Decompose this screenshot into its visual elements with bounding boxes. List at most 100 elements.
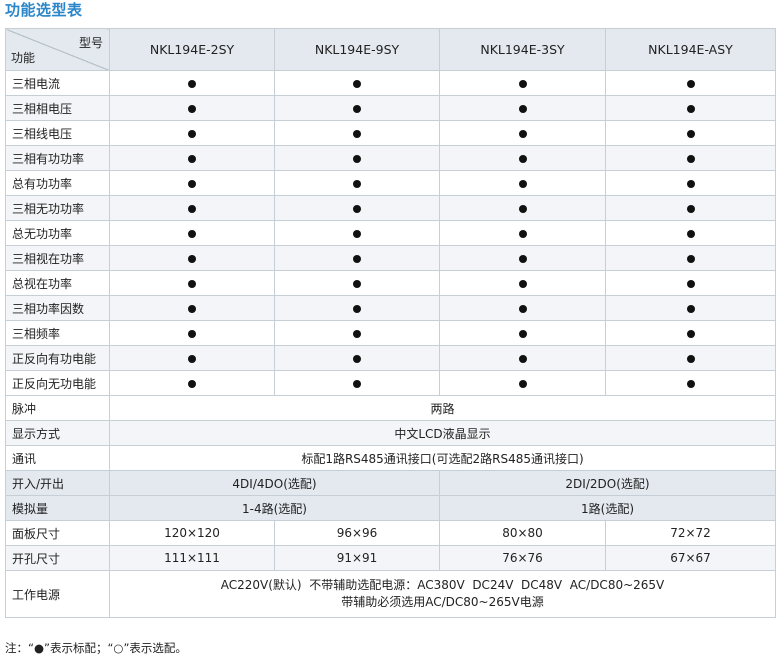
standard-dot-icon: [353, 279, 361, 288]
panel-size-value: 96×96: [274, 520, 440, 546]
function-label: 三相功率因数: [5, 295, 110, 321]
footnote: 注：“●”表示标配；“○”表示选配。: [5, 641, 187, 655]
model-header: NKL194E-3SY: [439, 28, 606, 71]
feature-cell: [109, 345, 275, 371]
table-row: 总有功功率: [5, 170, 776, 196]
function-label: 正反向无功电能: [5, 370, 110, 396]
standard-dot-icon: [353, 154, 361, 163]
table-row: 显示方式 中文LCD液晶显示: [5, 420, 776, 446]
feature-cell: [274, 195, 440, 221]
standard-dot-icon: [353, 104, 361, 113]
power-value: AC220V(默认) 不带辅助选配电源：AC380V DC24V DC48V A…: [109, 570, 776, 618]
function-label: 三相相电压: [5, 95, 110, 121]
model-header: NKL194E-2SY: [109, 28, 275, 71]
standard-dot-icon: [353, 354, 361, 363]
comm-value: 标配1路RS485通讯接口(可选配2路RS485通讯接口): [109, 445, 776, 471]
table-row: 开入/开出 4DI/4DO(选配) 2DI/2DO(选配): [5, 470, 776, 496]
standard-dot-icon: [686, 204, 695, 213]
table-row: 脉冲 两路: [5, 395, 776, 421]
standard-dot-icon: [686, 279, 695, 288]
standard-dot-icon: [188, 179, 196, 188]
table-row: 总视在功率: [5, 270, 776, 296]
table-row: 开孔尺寸 111×111 91×91 76×76 67×67: [5, 545, 776, 571]
function-label: 三相视在功率: [5, 245, 110, 271]
feature-cell: [439, 95, 606, 121]
row-label: 通讯: [5, 445, 110, 471]
table-row: 三相有功功率: [5, 145, 776, 171]
table-row: 三相功率因数: [5, 295, 776, 321]
standard-dot-icon: [188, 354, 196, 363]
feature-cell: [274, 120, 440, 146]
power-line-1: AC220V(默认) 不带辅助选配电源：AC380V DC24V DC48V A…: [220, 578, 665, 592]
power-line-2: 带辅助必须选用AC/DC80~265V电源: [341, 595, 544, 609]
standard-dot-icon: [353, 379, 361, 388]
table-row: 三相无功功率: [5, 195, 776, 221]
row-label: 显示方式: [5, 420, 110, 446]
standard-dot-icon: [686, 104, 695, 113]
standard-dot-icon: [353, 79, 361, 88]
cutout-size-value: 111×111: [109, 545, 275, 571]
standard-dot-icon: [686, 179, 695, 188]
feature-cell: [109, 245, 275, 271]
standard-dot-icon: [518, 79, 527, 88]
row-label: 开孔尺寸: [5, 545, 110, 571]
standard-dot-icon: [518, 254, 527, 263]
feature-cell: [439, 120, 606, 146]
standard-dot-icon: [518, 204, 527, 213]
feature-cell: [605, 295, 776, 321]
feature-cell: [109, 170, 275, 196]
cutout-size-value: 67×67: [605, 545, 776, 571]
feature-cell: [274, 70, 440, 96]
feature-cell: [439, 245, 606, 271]
standard-dot-icon: [686, 329, 695, 338]
row-label: 脉冲: [5, 395, 110, 421]
feature-cell: [439, 220, 606, 246]
table-row: 总无功功率: [5, 220, 776, 246]
feature-cell: [109, 370, 275, 396]
table-row: 工作电源 AC220V(默认) 不带辅助选配电源：AC380V DC24V DC…: [5, 570, 776, 618]
standard-dot-icon: [518, 104, 527, 113]
function-label: 总视在功率: [5, 270, 110, 296]
feature-cell: [605, 370, 776, 396]
table-row: 面板尺寸 120×120 96×96 80×80 72×72: [5, 520, 776, 546]
io-value-left: 4DI/4DO(选配): [109, 470, 440, 496]
analog-value-right: 1路(选配): [439, 495, 776, 521]
feature-cell: [109, 295, 275, 321]
page-title: 功能选型表: [5, 1, 83, 19]
feature-cell: [109, 195, 275, 221]
standard-dot-icon: [518, 354, 527, 363]
standard-dot-icon: [686, 229, 695, 238]
row-label: 面板尺寸: [5, 520, 110, 546]
standard-dot-icon: [188, 279, 196, 288]
feature-cell: [274, 170, 440, 196]
panel-size-value: 120×120: [109, 520, 275, 546]
feature-cell: [439, 170, 606, 196]
function-label: 三相无功功率: [5, 195, 110, 221]
feature-cell: [274, 345, 440, 371]
table-row: 通讯 标配1路RS485通讯接口(可选配2路RS485通讯接口): [5, 445, 776, 471]
standard-dot-icon: [686, 129, 695, 138]
standard-dot-icon: [188, 329, 196, 338]
feature-cell: [439, 270, 606, 296]
standard-dot-icon: [353, 329, 361, 338]
feature-cell: [605, 120, 776, 146]
standard-dot-icon: [188, 79, 196, 88]
panel-size-value: 72×72: [605, 520, 776, 546]
cutout-size-value: 76×76: [439, 545, 606, 571]
feature-cell: [274, 370, 440, 396]
standard-dot-icon: [686, 379, 695, 388]
function-label: 总无功功率: [5, 220, 110, 246]
function-rows: 三相电流 三相相电压 三相线电压 三相有功功率 总有功功率 三相无功功率 总无功功率 三相视在…: [5, 70, 776, 396]
function-label: 三相电流: [5, 70, 110, 96]
row-label: 工作电源: [5, 570, 110, 618]
spec-rows: 脉冲 两路 显示方式 中文LCD液晶显示 通讯 标配1路RS485通讯接口(可选…: [5, 395, 776, 618]
feature-cell: [605, 170, 776, 196]
function-label: 总有功功率: [5, 170, 110, 196]
standard-dot-icon: [518, 179, 527, 188]
function-label: 三相有功功率: [5, 145, 110, 171]
feature-cell: [439, 145, 606, 171]
feature-cell: [274, 95, 440, 121]
standard-dot-icon: [353, 204, 361, 213]
corner-model-label: 型号: [78, 36, 103, 50]
header-row: 型号 功能 NKL194E-2SY NKL194E-9SY NKL194E-3S…: [5, 28, 776, 71]
